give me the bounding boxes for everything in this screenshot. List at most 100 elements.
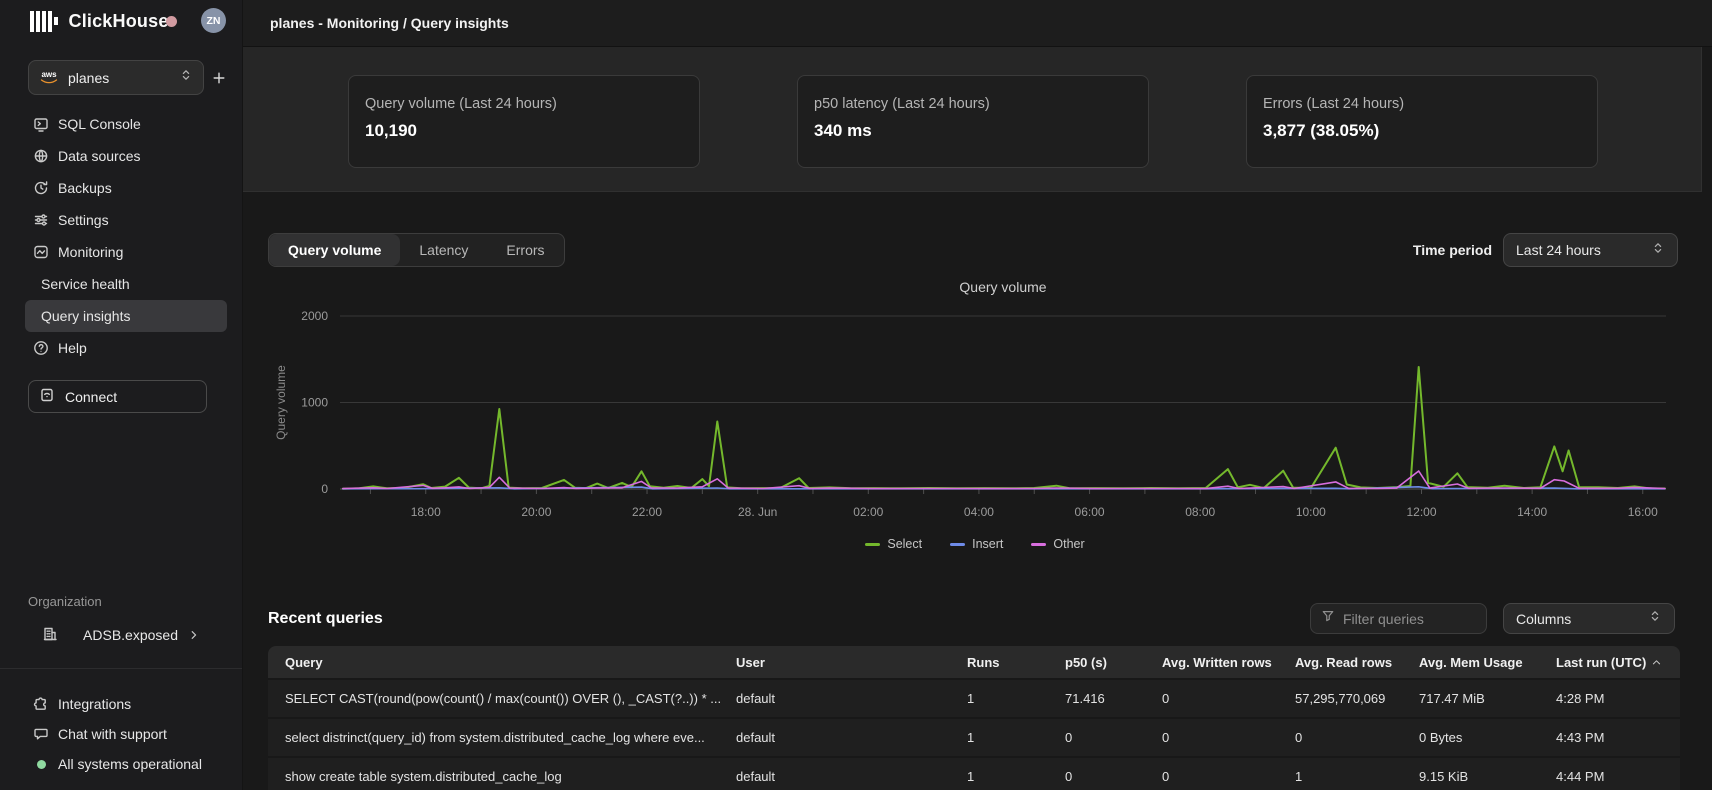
caret-up-icon	[1651, 657, 1662, 668]
svg-text:02:00: 02:00	[853, 505, 883, 519]
sidebar-item-service-health[interactable]: Service health	[25, 268, 227, 300]
svg-text:20:00: 20:00	[521, 505, 551, 519]
filter-queries-input[interactable]	[1343, 611, 1476, 627]
cell-runs: 1	[967, 691, 1065, 706]
svg-text:06:00: 06:00	[1075, 505, 1105, 519]
stat-value: 3,877 (38.05%)	[1263, 121, 1581, 141]
add-service-button[interactable]	[206, 65, 232, 91]
cell-runs: 1	[967, 730, 1065, 745]
sidebar-item-backups[interactable]: Backups	[25, 172, 227, 204]
organization-name: ADSB.exposed	[83, 627, 178, 643]
legend-swatch	[865, 543, 880, 546]
sidebar-nav: SQL Console Data sources Backups Settings Mo…	[25, 108, 227, 364]
cell-avg-mem-usage: 717.47 MiB	[1419, 691, 1556, 706]
svg-text:1000: 1000	[301, 396, 328, 410]
sidebar-item-monitoring[interactable]: Monitoring	[25, 236, 227, 268]
organization-item[interactable]: ADSB.exposed	[25, 620, 227, 650]
column-header-last-run-utc[interactable]: Last run (UTC)	[1556, 655, 1680, 670]
svg-text:28. Jun: 28. Jun	[738, 505, 777, 519]
column-header-user[interactable]: User	[736, 655, 967, 670]
sidebar-item-label: Help	[58, 340, 87, 356]
cell-avg-mem-usage: 9.15 KiB	[1419, 769, 1556, 784]
sidebar-item-chat-with-support[interactable]: Chat with support	[25, 719, 227, 749]
sidebar-item-label: All systems operational	[58, 756, 202, 772]
chart-tabs: Query volumeLatencyErrors	[268, 233, 565, 267]
time-period-label: Time period	[1413, 242, 1492, 258]
updown-icon	[1648, 609, 1662, 623]
svg-text:2000: 2000	[301, 309, 328, 323]
series-select	[343, 367, 1665, 489]
cell-last-run-utc: 4:43 PM	[1556, 730, 1680, 745]
svg-text:22:00: 22:00	[632, 505, 662, 519]
sidebar-item-label: Settings	[58, 212, 109, 228]
sidebar-item-data-sources[interactable]: Data sources	[25, 140, 227, 172]
table-row[interactable]: select distrinct(query_id) from system.d…	[268, 719, 1680, 758]
org-icon	[42, 626, 58, 642]
table-header-row: QueryUserRunsp50 (s)Avg. Written rowsAvg…	[268, 646, 1680, 680]
tab-latency[interactable]: Latency	[400, 234, 487, 266]
table-row[interactable]: show create table system.distributed_cac…	[268, 758, 1680, 790]
legend-item-select[interactable]: Select	[865, 537, 922, 551]
settings-icon	[33, 212, 49, 228]
chart-svg: Query volume01000200018:0020:0022:0028. …	[270, 275, 1680, 527]
sql-console-icon	[33, 116, 49, 132]
clickhouse-logo-icon	[30, 9, 58, 33]
stat-label: Query volume (Last 24 hours)	[365, 96, 683, 112]
cell-avg-read-rows: 57,295,770,069	[1295, 691, 1419, 706]
sidebar-item-integrations[interactable]: Integrations	[25, 689, 227, 719]
svg-text:12:00: 12:00	[1406, 505, 1436, 519]
column-header-avg-written-rows[interactable]: Avg. Written rows	[1162, 655, 1295, 670]
sidebar-item-sql-console[interactable]: SQL Console	[25, 108, 227, 140]
table-row[interactable]: SELECT CAST(round(pow(count() / max(coun…	[268, 680, 1680, 719]
legend-swatch	[950, 543, 965, 546]
notification-dot	[166, 16, 177, 27]
sidebar-item-query-insights[interactable]: Query insights	[25, 300, 227, 332]
help-icon	[33, 340, 49, 356]
stat-label: Errors (Last 24 hours)	[1263, 96, 1581, 112]
organization-section-label: Organization	[28, 594, 102, 609]
column-header-avg-mem-usage[interactable]: Avg. Mem Usage	[1419, 655, 1556, 670]
sidebar-item-label: Service health	[41, 276, 130, 292]
svg-text:18:00: 18:00	[411, 505, 441, 519]
sidebar-item-label: Data sources	[58, 148, 140, 164]
app-window: ClickHouse ZN aws planes SQL Console Data…	[0, 0, 1712, 790]
column-header-query[interactable]: Query	[285, 655, 736, 670]
sidebar-item-help[interactable]: Help	[25, 332, 227, 364]
time-period-control: Time period Last 24 hours	[1413, 233, 1678, 267]
query-volume-chart[interactable]: Query volume01000200018:0020:0022:0028. …	[270, 275, 1680, 527]
column-header-avg-read-rows[interactable]: Avg. Read rows	[1295, 655, 1419, 670]
puzzle-icon	[33, 696, 49, 712]
sidebar-item-label: Chat with support	[58, 726, 167, 742]
tab-query-volume[interactable]: Query volume	[269, 234, 400, 266]
svg-text:Query volume: Query volume	[274, 365, 288, 440]
time-period-select[interactable]: Last 24 hours	[1503, 233, 1678, 267]
service-selector[interactable]: aws planes	[28, 60, 204, 95]
cell-runs: 1	[967, 769, 1065, 784]
tab-errors[interactable]: Errors	[487, 234, 563, 266]
connect-label: Connect	[65, 389, 117, 405]
sidebar-item-all-systems-operational[interactable]: All systems operational	[25, 749, 227, 779]
avatar[interactable]: ZN	[201, 8, 226, 33]
column-header-runs[interactable]: Runs	[967, 655, 1065, 670]
sidebar-item-label: Query insights	[41, 308, 130, 324]
legend-item-insert[interactable]: Insert	[950, 537, 1003, 551]
cell-avg-mem-usage: 0 Bytes	[1419, 730, 1556, 745]
sidebar-item-settings[interactable]: Settings	[25, 204, 227, 236]
stats-band: Query volume (Last 24 hours)10,190p50 la…	[243, 47, 1702, 192]
stat-label: p50 latency (Last 24 hours)	[814, 96, 1132, 112]
column-header-p50-s[interactable]: p50 (s)	[1065, 655, 1162, 670]
updown-icon	[1651, 241, 1665, 255]
aws-icon: aws	[39, 71, 59, 85]
columns-select[interactable]: Columns	[1503, 603, 1675, 634]
legend-item-other[interactable]: Other	[1031, 537, 1084, 551]
svg-text:14:00: 14:00	[1517, 505, 1547, 519]
cell-avg-read-rows: 1	[1295, 769, 1419, 784]
connect-button[interactable]: Connect	[28, 380, 207, 413]
app-title: ClickHouse	[69, 11, 169, 32]
cell-user: default	[736, 730, 967, 745]
cell-query: SELECT CAST(round(pow(count() / max(coun…	[285, 691, 736, 706]
cell-query: show create table system.distributed_cac…	[285, 769, 736, 784]
sidebar-item-label: Integrations	[58, 696, 131, 712]
filter-queries-box	[1310, 603, 1487, 634]
cell-last-run-utc: 4:28 PM	[1556, 691, 1680, 706]
